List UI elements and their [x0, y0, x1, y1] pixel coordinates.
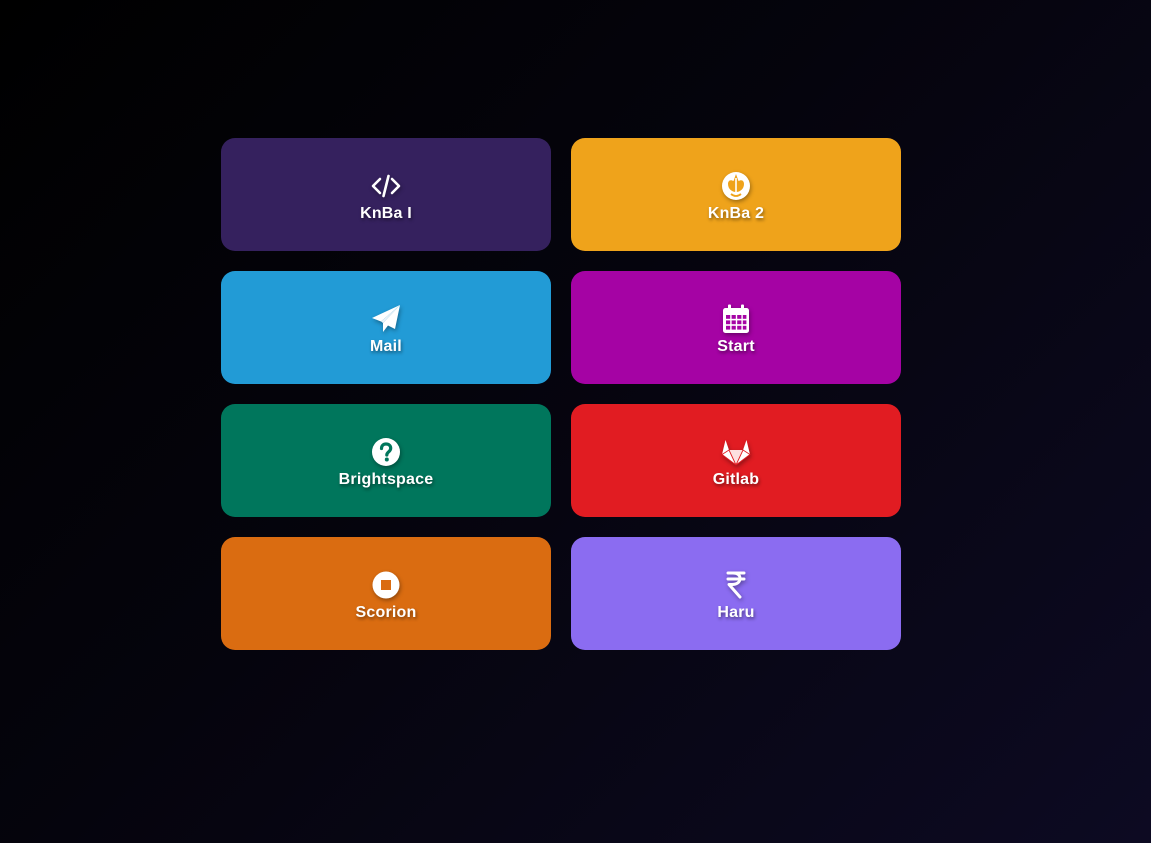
gitlab-icon [720, 436, 752, 468]
rupee-icon [720, 569, 752, 601]
calendar-icon [720, 303, 752, 335]
tile-label: Scorion [355, 603, 417, 621]
paper-plane-icon [370, 303, 402, 335]
tile-label: Brightspace [338, 470, 434, 488]
rebel-alliance-icon [720, 170, 752, 202]
shortcut-grid: KnBa I KnBa 2 Mail Start Brightspace Git… [221, 138, 901, 650]
tile-label: Gitlab [712, 470, 760, 488]
tile-label: Start [717, 337, 755, 355]
tile-start[interactable]: Start [571, 271, 901, 384]
tile-label: Haru [717, 603, 755, 621]
tile-knba-1[interactable]: KnBa I [221, 138, 551, 251]
tile-knba-2[interactable]: KnBa 2 [571, 138, 901, 251]
code-icon [370, 170, 402, 202]
tile-haru[interactable]: Haru [571, 537, 901, 650]
tile-mail[interactable]: Mail [221, 271, 551, 384]
stop-circle-icon [370, 569, 402, 601]
tile-scorion[interactable]: Scorion [221, 537, 551, 650]
tile-gitlab[interactable]: Gitlab [571, 404, 901, 517]
tile-label: KnBa 2 [707, 204, 765, 222]
tile-brightspace[interactable]: Brightspace [221, 404, 551, 517]
tile-label: KnBa I [360, 204, 412, 222]
tile-label: Mail [370, 337, 402, 355]
question-circle-icon [370, 436, 402, 468]
